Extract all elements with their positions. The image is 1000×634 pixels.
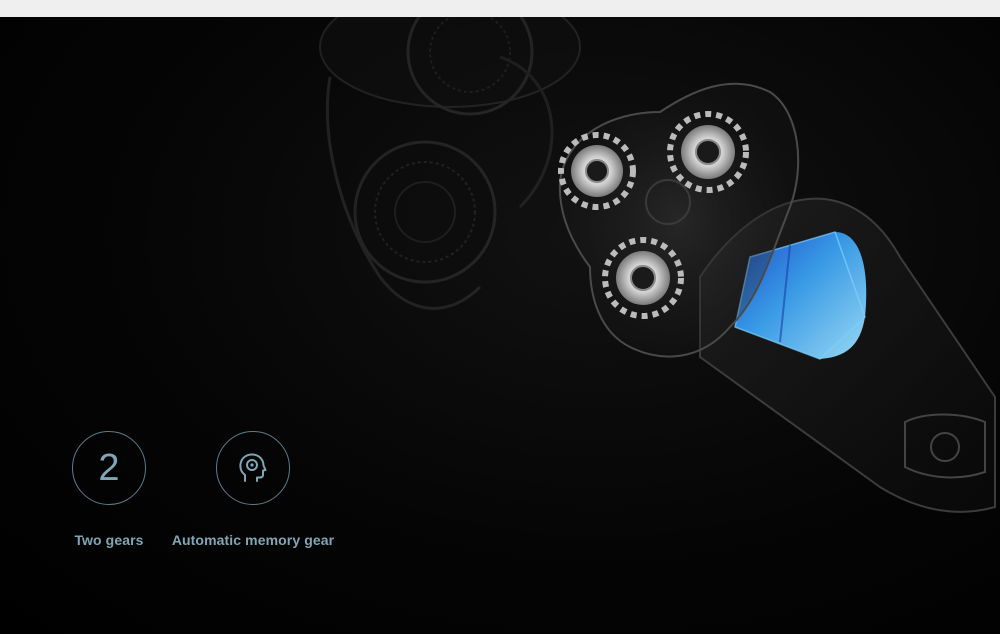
shaver-xray-illustration [319,17,996,513]
feature-two-gears: 2 Two gears [71,431,147,548]
head-memory-icon [216,431,290,505]
top-strip [0,0,1000,17]
feature-automatic-memory-gear: Automatic memory gear [172,431,334,548]
number-2-icon: 2 [72,431,146,505]
feature-label-memory-gear: Automatic memory gear [171,532,335,548]
background-shaver-ghost [319,17,581,310]
feature-label-two-gears: Two gears [74,532,144,548]
head-profile-icon [239,453,267,482]
hero-stage: 2 Two gears Automatic memory gear [0,17,1000,634]
gear-count-value: 2 [98,447,120,489]
